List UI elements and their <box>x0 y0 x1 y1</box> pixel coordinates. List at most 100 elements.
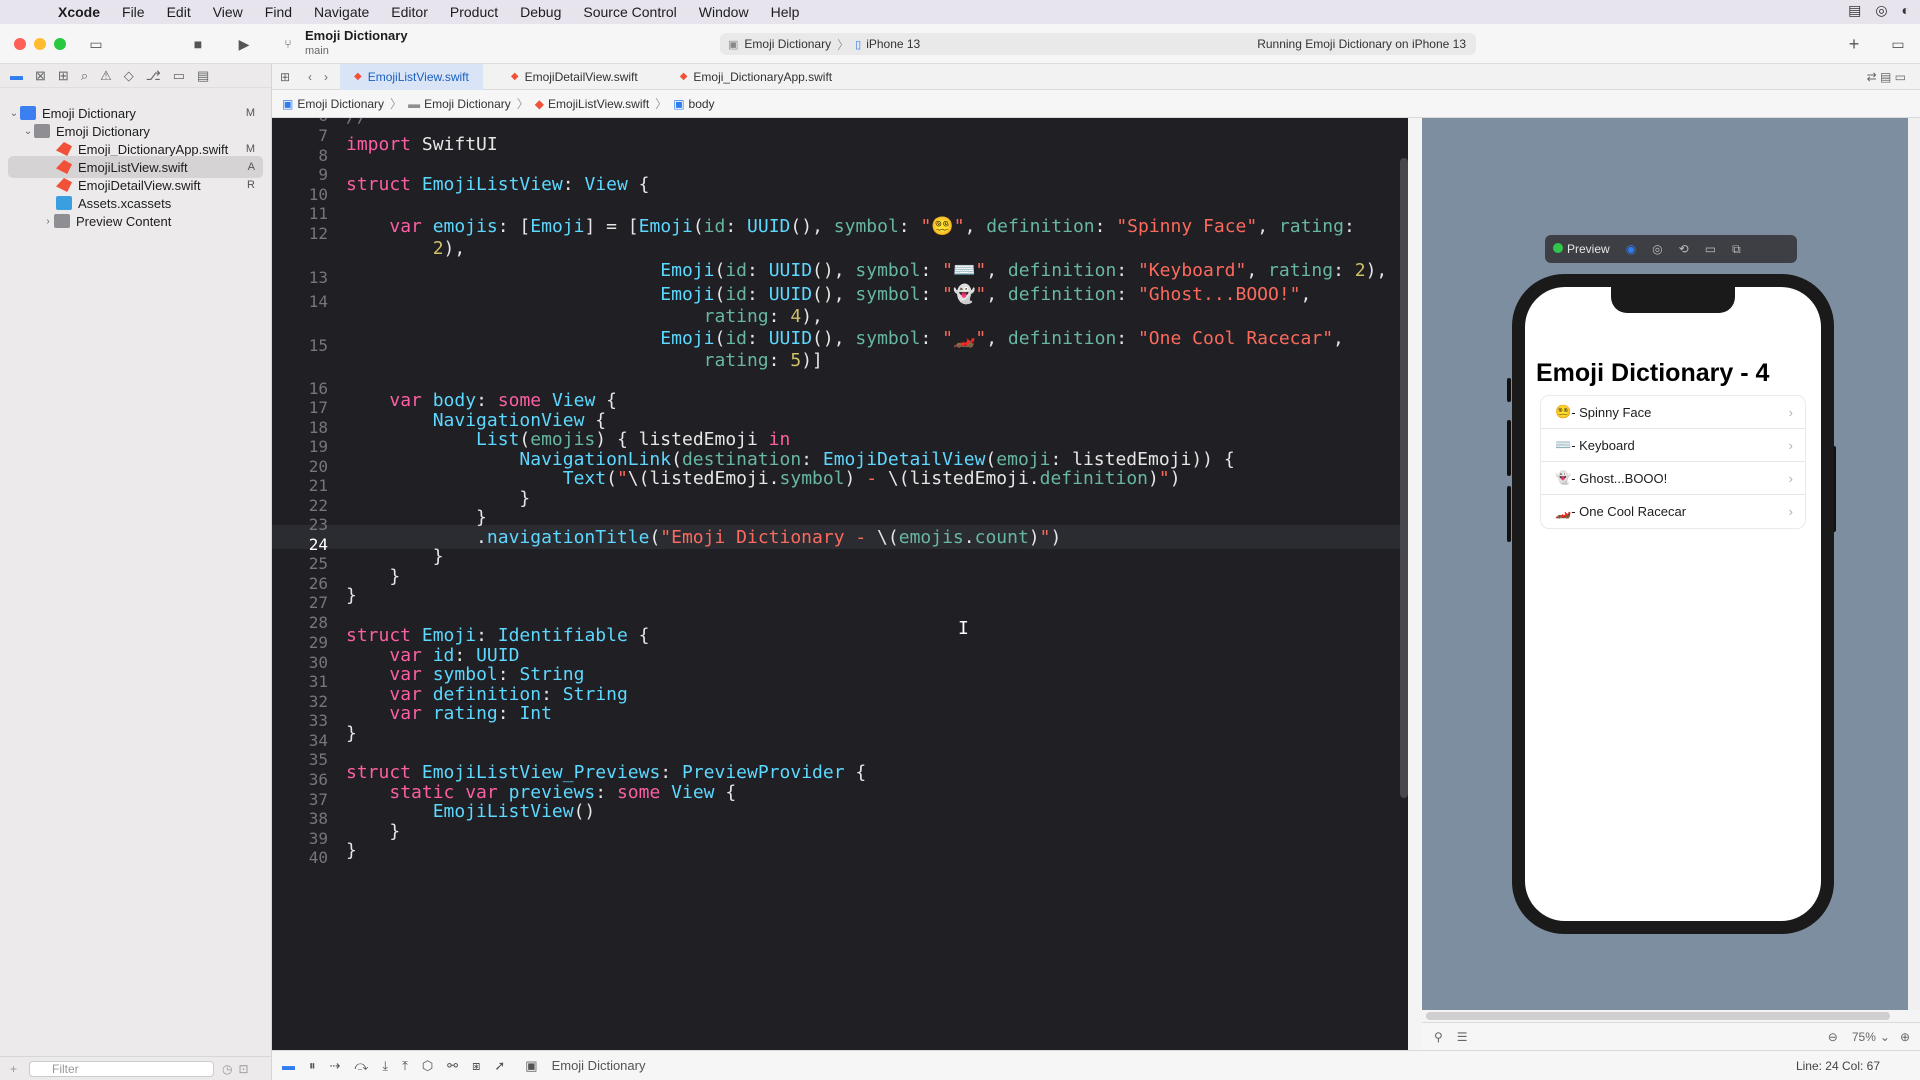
breakpoint-icon[interactable]: ▭ <box>173 68 185 84</box>
step-out-icon[interactable]: ⤒ <box>402 1058 408 1074</box>
test-icon[interactable]: ◇ <box>124 68 134 84</box>
chevron-down-icon[interactable]: ⌄ <box>1880 1030 1890 1044</box>
debug-area-toggle-icon[interactable]: ▬ <box>282 1058 295 1073</box>
environment-overrides-icon[interactable]: ⧆ <box>472 1058 480 1074</box>
add-icon[interactable]: + <box>1844 32 1864 56</box>
pin-icon[interactable]: ⚲ <box>1434 1030 1443 1044</box>
zoom-out-icon[interactable]: ⊖ <box>1828 1030 1838 1044</box>
live-mode-icon[interactable]: ◉ <box>1626 242 1636 256</box>
memory-graph-icon[interactable]: ⚯ <box>447 1058 458 1074</box>
minimize-window-button[interactable] <box>34 38 46 50</box>
destination-selector[interactable]: iPhone 13 <box>866 37 920 51</box>
menu-app-name[interactable]: Xcode <box>58 4 100 20</box>
step-over-icon[interactable]: ⤼ <box>354 1058 368 1074</box>
line-number: 17 <box>308 398 328 417</box>
menu-window[interactable]: Window <box>699 4 749 20</box>
disclosure-open-icon[interactable]: ⌄ <box>22 126 34 137</box>
editor-scrollbar[interactable] <box>1400 158 1408 798</box>
issue-icon[interactable]: ⚠ <box>100 68 112 84</box>
list-item[interactable]: ⌨️ - Keyboard › <box>1541 429 1805 462</box>
sidebar-toggle-icon[interactable]: ▭ <box>84 32 108 56</box>
editor-divider[interactable] <box>1408 118 1422 1050</box>
add-file-icon[interactable]: + <box>10 1062 17 1076</box>
emoji-symbol: 👻 <box>1555 470 1572 485</box>
report-icon[interactable]: ▤ <box>197 68 209 84</box>
variants-icon[interactable]: ☰ <box>1457 1030 1468 1044</box>
debug-target[interactable]: Emoji Dictionary <box>552 1058 646 1073</box>
forward-icon[interactable]: › <box>324 70 340 84</box>
menu-source-control[interactable]: Source Control <box>583 4 676 20</box>
grid-icon[interactable]: ⊞ <box>280 70 298 84</box>
close-window-button[interactable] <box>14 38 26 50</box>
list-item[interactable]: 😵‍💫 - Spinny Face › <box>1541 396 1805 429</box>
code-editor[interactable]: 6789101112 13 14 15 161718192021222324252627… <box>272 118 1408 1050</box>
tab-label: Emoji_DictionaryApp.swift <box>693 69 833 84</box>
line-number: 28 <box>308 613 328 632</box>
menu-bar: Xcode File Edit View Find Navigate Edito… <box>0 0 1920 24</box>
filter-input[interactable]: Filter <box>29 1060 215 1077</box>
menu-edit[interactable]: Edit <box>167 4 191 20</box>
code-line: } <box>346 723 357 744</box>
menu-product[interactable]: Product <box>450 4 498 20</box>
tab-app-file[interactable]: ◆ Emoji_DictionaryApp.swift <box>666 64 846 90</box>
editor-tab-bar: ⊞ ‹ › ◆ EmojiListView.swift ◆ EmojiDetai… <box>272 63 1920 90</box>
editor-options-icon[interactable]: ⇄ ▤ ▭ <box>1867 70 1906 84</box>
back-icon[interactable]: ‹ <box>308 70 324 84</box>
line-number: 14 <box>308 292 328 311</box>
menu-view[interactable]: View <box>213 4 243 20</box>
scheme-selector[interactable]: Emoji Dictionary <box>744 37 831 51</box>
zoom-in-icon[interactable]: ⊕ <box>1900 1030 1910 1044</box>
code-line: var symbol: String <box>389 664 585 685</box>
run-icon[interactable]: ▶ <box>234 32 254 56</box>
scm-filter-icon[interactable]: ⊡ <box>239 1062 249 1076</box>
stop-icon[interactable]: ■ <box>188 32 208 56</box>
menu-navigate[interactable]: Navigate <box>314 4 369 20</box>
zoom-level[interactable]: 75% <box>1852 1030 1876 1044</box>
find-icon[interactable]: ⌕ <box>81 68 88 84</box>
code-line: } <box>346 840 357 861</box>
device-settings-icon[interactable]: ▭ <box>1705 242 1716 256</box>
nav-item-preview-content[interactable]: › Preview Content <box>8 210 263 232</box>
disclosure-closed-icon[interactable]: › <box>42 216 54 227</box>
step-into-icon[interactable]: ⤓ <box>382 1058 388 1074</box>
jump-item-group[interactable]: Emoji Dictionary <box>424 97 511 111</box>
tab-detail-view[interactable]: ◆ EmojiDetailView.swift <box>497 64 652 90</box>
nav-item-label: EmojiListView.swift <box>78 159 188 175</box>
continue-icon[interactable]: ⇢ <box>330 1058 341 1074</box>
disclosure-open-icon[interactable]: ⌄ <box>8 108 20 119</box>
canvas-horizontal-scrollbar[interactable] <box>1426 1012 1890 1020</box>
live-preview-button[interactable]: Preview <box>1553 242 1610 256</box>
canvas-vertical-scrollbar[interactable] <box>1908 118 1920 1010</box>
volume-down-button <box>1507 486 1511 542</box>
source-control-icon[interactable]: ⊠ <box>35 68 46 84</box>
jump-item-symbol[interactable]: body <box>689 97 715 111</box>
menu-debug[interactable]: Debug <box>520 4 561 20</box>
rotate-icon[interactable]: ⟲ <box>1679 242 1689 256</box>
jump-item-file[interactable]: EmojiListView.swift <box>548 97 649 111</box>
list-item[interactable]: 🏎️ - One Cool Racecar › <box>1541 495 1805 528</box>
folder-icon[interactable]: ▬ <box>10 68 23 83</box>
view-debugger-icon[interactable]: ⬡ <box>422 1058 433 1074</box>
status-bar: Line: 24 Col: 67 <box>1408 1050 1920 1080</box>
line-number: 38 <box>308 809 328 828</box>
duplicate-icon[interactable]: ⧉ <box>1732 242 1741 257</box>
inspector-toggle-icon[interactable]: ▭ <box>1886 32 1910 56</box>
control-center-icon[interactable]: ▤ <box>1848 2 1861 19</box>
zoom-window-button[interactable] <box>54 38 66 50</box>
menu-help[interactable]: Help <box>771 4 800 20</box>
location-icon[interactable]: ➚ <box>494 1058 505 1074</box>
menu-find[interactable]: Find <box>265 4 292 20</box>
symbol-icon[interactable]: ⊞ <box>58 68 69 84</box>
menu-editor[interactable]: Editor <box>391 4 428 20</box>
wifi-icon[interactable]: ◎ <box>1875 2 1887 19</box>
siri-icon[interactable]: ◐ <box>1902 2 1910 19</box>
tab-list-view[interactable]: ◆ EmojiListView.swift <box>340 63 483 90</box>
inspect-icon[interactable]: ◎ <box>1652 242 1662 256</box>
debug-icon[interactable]: ⎇ <box>146 68 161 84</box>
recent-filter-icon[interactable]: ◷ <box>222 1062 232 1076</box>
pause-icon[interactable]: ⏸ <box>309 1058 316 1074</box>
menu-file[interactable]: File <box>122 4 145 20</box>
list-item[interactable]: 👻 - Ghost...BOOO! › <box>1541 462 1805 495</box>
jump-item-project[interactable]: Emoji Dictionary <box>297 97 384 111</box>
code-line: Emoji(id: UUID(), symbol: "⌨️", definiti… <box>660 260 1388 281</box>
